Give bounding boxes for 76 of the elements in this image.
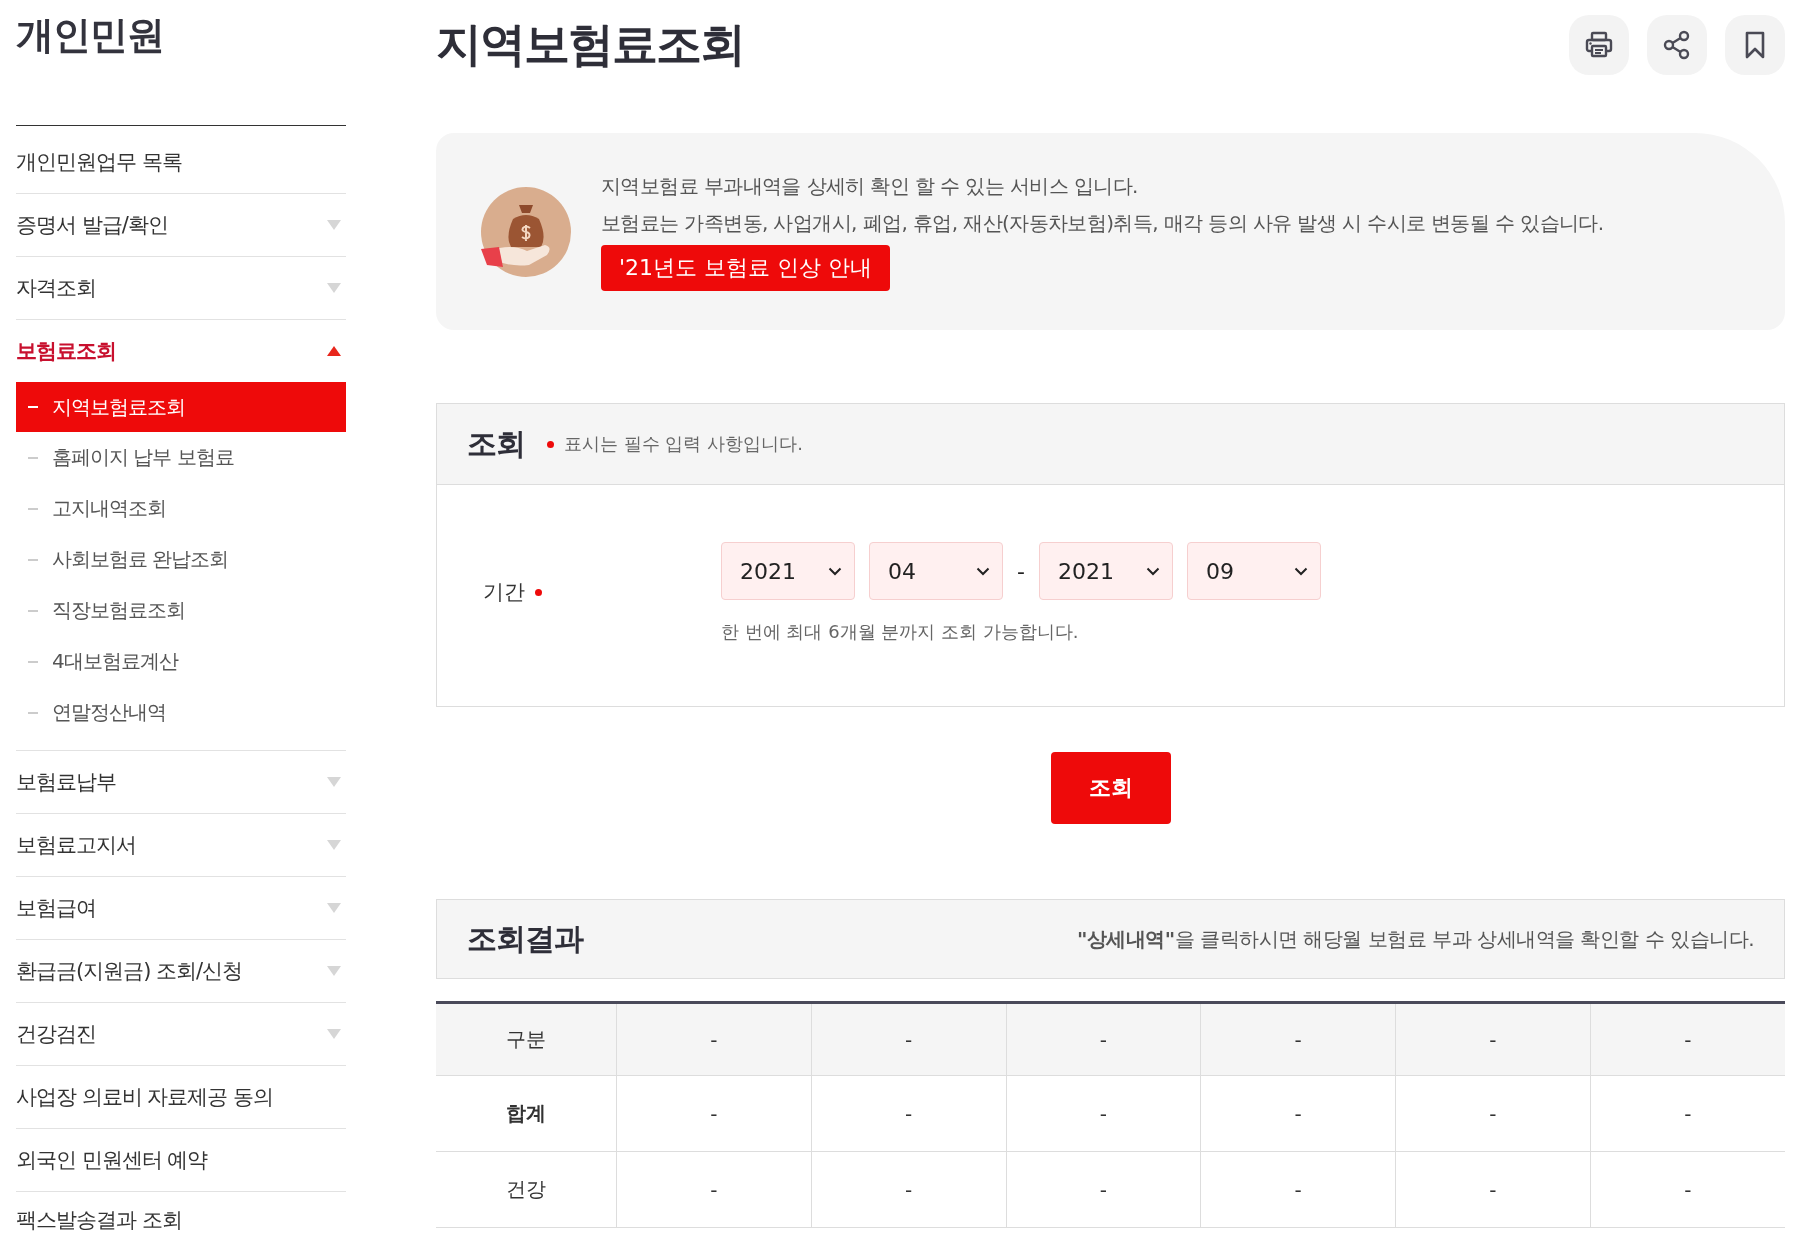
sidebar-item[interactable]: 증명서 발급/확인 — [16, 194, 346, 257]
sidebar-item[interactable]: 외국인 민원센터 예약 — [16, 1129, 346, 1192]
hint-text: 한 번에 최대 6개월 분까지 조회 가능합니다. — [721, 620, 1080, 644]
sidebar-item[interactable]: 자격조회 — [16, 257, 346, 320]
expand-icon — [326, 838, 342, 852]
bookmark-button[interactable] — [1725, 15, 1785, 75]
required-dot — [547, 440, 554, 448]
dropdown[interactable]: 2021 — [721, 542, 855, 600]
table-cell: - — [616, 1151, 812, 1228]
table-cell: - — [1590, 1151, 1785, 1228]
print-icon — [1584, 30, 1614, 60]
expand-icon — [326, 964, 342, 978]
table-cell: 건강 — [436, 1151, 617, 1228]
dropdown[interactable]: 09 — [1186, 542, 1321, 600]
required-note: 표시는 필수 입력 사항입니다. — [564, 432, 803, 456]
column-header: - — [616, 1004, 812, 1076]
notice-button[interactable]: '21년도 보험료 인상 안내 — [601, 244, 891, 291]
dropdown[interactable]: 04 — [869, 542, 1003, 600]
submenu-item[interactable]: 직장보험료조회 — [16, 585, 346, 636]
table-cell: - — [811, 1151, 1006, 1228]
section-title: 조회결과 — [467, 919, 583, 958]
sidebar-item[interactable]: 개인민원업무 목록 — [16, 131, 346, 194]
table-cell: 합계 — [436, 1075, 617, 1152]
field-label: 기간 — [483, 579, 525, 606]
submenu-item[interactable]: 연말정산내역 — [16, 687, 346, 738]
column-header: - — [1200, 1004, 1396, 1076]
expand-icon — [326, 1027, 342, 1041]
expand-icon — [326, 281, 342, 295]
search-button[interactable]: 조회 — [1050, 752, 1171, 824]
submenu-item[interactable]: 사회보험료 완납조회 — [16, 534, 346, 585]
share-button[interactable] — [1647, 15, 1707, 75]
range-separator: - — [1017, 558, 1025, 584]
submenu-item[interactable]: 고지내역조회 — [16, 483, 346, 534]
table-cell: - — [1200, 1075, 1396, 1152]
page-title: 지역보험료조회 — [436, 16, 744, 73]
notice-text: 지역보험료 부과내역을 상세히 확인 할 수 있는 서비스 입니다. — [601, 172, 1138, 200]
results-note: "상세내역"을 클릭하시면 해당월 보험료 부과 상세내역을 확인할 수 있습니다. — [1076, 925, 1754, 953]
expand-icon — [326, 901, 342, 915]
chevron-icon — [976, 566, 990, 576]
sidebar-item[interactable]: 보험료납부 — [16, 751, 346, 814]
sidebar-item[interactable]: 보험료고지서 — [16, 814, 346, 877]
submenu-item[interactable]: 4대보험료계산 — [16, 636, 346, 687]
sidebar-item[interactable]: 보험료조회 — [16, 320, 346, 382]
table-cell: - — [1395, 1151, 1591, 1228]
submenu-item[interactable]: 지역보험료조회 — [16, 382, 346, 432]
print-button[interactable] — [1569, 15, 1629, 75]
collapse-icon — [326, 344, 342, 358]
sidebar-item[interactable]: 건강검진 — [16, 1003, 346, 1066]
chevron-icon — [828, 566, 842, 576]
sidebar-item[interactable]: 보험급여 — [16, 877, 346, 940]
dropdown[interactable]: 2021 — [1038, 542, 1173, 600]
table-cell: - — [1200, 1151, 1396, 1228]
sidebar-item[interactable]: 환급금(지원금) 조회/신청 — [16, 940, 346, 1003]
expand-icon — [326, 218, 342, 232]
sidebar-title: 개인민원 — [16, 12, 165, 59]
section-title: 조회 — [467, 424, 525, 463]
column-header: - — [1006, 1004, 1201, 1076]
sidebar-item[interactable]: 사업장 의료비 자료제공 동의 — [16, 1066, 346, 1129]
table-cell: - — [616, 1075, 812, 1152]
chevron-icon — [1293, 566, 1308, 576]
chevron-icon — [1145, 566, 1160, 576]
table-cell: - — [1006, 1075, 1201, 1152]
column-header: - — [1590, 1004, 1785, 1076]
notice-text: 보험료는 가족변동, 사업개시, 폐업, 휴업, 재산(자동차보험)취득, 매각 등의 사유 발생 시 수시로 변동될 수 있습니다. — [601, 209, 1604, 237]
money-bag-icon — [481, 186, 571, 277]
table-cell: - — [811, 1075, 1006, 1152]
column-header: - — [1395, 1004, 1591, 1076]
submenu-item[interactable]: 홈페이지 납부 보험료 — [16, 432, 346, 483]
sidebar-item[interactable]: 팩스발송결과 조회 — [16, 1192, 346, 1234]
table-cell: - — [1590, 1075, 1785, 1152]
table-cell: - — [1006, 1151, 1201, 1228]
share-icon — [1662, 30, 1692, 60]
table-cell: - — [1395, 1075, 1591, 1152]
expand-icon — [326, 775, 342, 789]
column-header: - — [811, 1004, 1006, 1076]
column-header: 구분 — [436, 1004, 617, 1076]
